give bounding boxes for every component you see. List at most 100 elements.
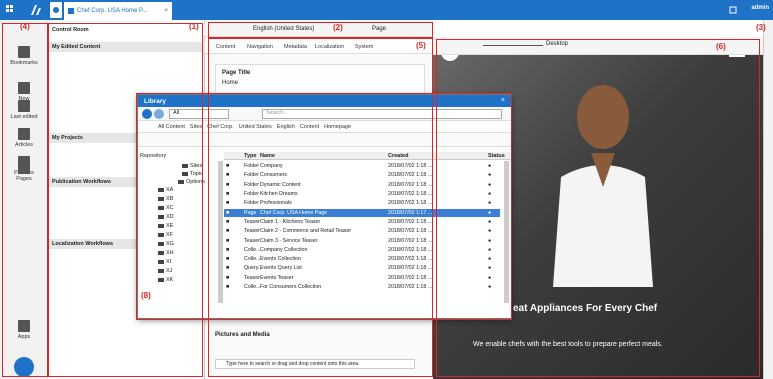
articles-button[interactable]: Articles	[0, 128, 48, 148]
grid-row[interactable]: ■ Teaser Claim 1 - Kitchens Teaser 2018/07/…	[224, 218, 500, 226]
tab-content[interactable]: Content	[216, 44, 235, 50]
grid-row[interactable]: ■ Folder Professionals 2018/07/02 1:18 ... ●	[224, 199, 500, 207]
tab-title: Chef Corp. USA Home P...	[77, 8, 148, 14]
notifications-icon[interactable]	[726, 2, 740, 18]
cell-name: Company	[260, 163, 283, 170]
tree-node[interactable]: XD	[158, 213, 174, 221]
zoom-slider[interactable]	[483, 45, 543, 46]
cell-name: Dynamic Content	[260, 181, 301, 188]
breadcrumb-item[interactable]: Sites	[190, 124, 202, 130]
tab-metadata[interactable]: Metadata	[284, 44, 307, 50]
grid-row[interactable]: ■ Teaser Claim 2 - Commerce and Retail Tea…	[224, 227, 500, 235]
cell-name: Professionals	[260, 200, 292, 207]
cell-type: Teaser	[244, 237, 260, 244]
type-icon: ■	[226, 172, 230, 179]
type-icon: ■	[226, 284, 230, 291]
tree-node[interactable]: XJ	[158, 267, 172, 275]
control-room-title: Control Room	[48, 25, 205, 35]
grid-row[interactable]: ■ Folder Company 2018/07/02 1:18 ... ●	[224, 162, 500, 170]
cell-name: Chef Corp. USA Home Page	[260, 209, 328, 216]
tree-node[interactable]: XA	[158, 186, 173, 194]
device-selector[interactable]: Desktop	[546, 41, 568, 47]
tree-node[interactable]: XH	[158, 249, 174, 257]
folder-tree: Sites Topic Options XA XB XC XD XE XF XG…	[138, 150, 218, 310]
breadcrumb-item[interactable]: United States	[239, 124, 272, 130]
bookmarks-icon	[18, 46, 30, 58]
tab-navigation[interactable]: Navigation	[247, 44, 273, 50]
grid-row[interactable]: ■ Folder Dynamic Content 2018/07/02 1:18 ..…	[224, 181, 500, 189]
cell-name: Events Query List	[260, 265, 302, 272]
type-icon: ■	[226, 200, 230, 207]
bookmarks-button[interactable]: Bookmarks	[0, 46, 48, 66]
breadcrumb: All Content Sites Chef Corp. United Stat…	[138, 121, 511, 133]
back-icon[interactable]	[142, 109, 152, 119]
close-icon[interactable]: ×	[164, 8, 168, 14]
tab-localization[interactable]: Localization	[315, 44, 344, 50]
tree-node[interactable]: XF	[158, 231, 173, 239]
close-icon[interactable]: ×	[501, 97, 505, 104]
studio-logo-icon[interactable]	[28, 2, 42, 18]
search-input[interactable]: Search...	[262, 109, 502, 119]
tree-node[interactable]: XG	[158, 240, 174, 248]
cell-name: Consumers	[260, 172, 288, 179]
breadcrumb-item[interactable]: Chef Corp.	[207, 124, 234, 130]
top-bar: Chef Corp. USA Home P... × admin	[0, 0, 773, 20]
tree-node[interactable]: XB	[158, 195, 173, 203]
section-my-edited-content[interactable]: My Edited Content	[48, 42, 205, 52]
grid-scrollbar[interactable]	[504, 161, 509, 303]
new-button[interactable]: New	[0, 82, 48, 102]
tree-node[interactable]: XC	[158, 204, 174, 212]
last-edited-button[interactable]: Last edited	[0, 100, 48, 120]
cell-created: 2018/07/02 1:18 ...	[388, 191, 433, 198]
tree-node[interactable]: XK	[158, 276, 173, 284]
tree-node[interactable]: XI	[158, 258, 171, 266]
cell-name: Claim 2 - Commerce and Retail Teaser	[260, 228, 352, 235]
type-icon: ■	[226, 256, 230, 263]
breadcrumb-item[interactable]: Homepage	[324, 124, 351, 130]
annotation-label: (6)	[716, 42, 726, 51]
grid-row[interactable]: ■ Colle... For Consumers Collection 2018/07…	[224, 283, 500, 291]
grid-row[interactable]: ■ Folder Kitchen Dreams 2018/07/02 1:18 ...…	[224, 190, 500, 198]
content-grid: ■ Folder Company 2018/07/02 1:18 ... ● ■ Folde…	[224, 150, 510, 310]
grid-row[interactable]: ■ Colle... Events Collection 2018/07/02 1:1…	[224, 255, 500, 263]
grid-row[interactable]: ■ Folder Consumers 2018/07/02 1:18 ... ●	[224, 171, 500, 179]
cell-name: Events Teaser	[260, 274, 294, 281]
preview-toolbar: Desktop	[433, 37, 763, 55]
type-icon: ■	[226, 218, 230, 225]
tree-node[interactable]: Topic	[182, 170, 203, 178]
status-icon: ●	[488, 163, 492, 170]
status-icon: ●	[488, 265, 492, 272]
cell-created: 2018/07/02 1:18 ...	[388, 256, 433, 263]
apps-button[interactable]: Apps	[0, 320, 48, 340]
media-drop-field[interactable]: Type here to search or drag and drop con…	[215, 359, 415, 369]
locale-selector[interactable]: English (United States)	[253, 26, 314, 32]
scope-select[interactable]: All	[169, 109, 229, 119]
user-name[interactable]: admin	[751, 5, 769, 11]
cell-type: Colle...	[244, 256, 261, 263]
tree-node[interactable]: Sites	[182, 162, 202, 170]
document-tab[interactable]: Chef Corp. USA Home P... ×	[64, 2, 172, 20]
tree-node[interactable]: XE	[158, 222, 173, 230]
grid-row[interactable]: ■ Teaser Events Teaser 2018/07/02 1:18 ... ●	[224, 274, 500, 282]
grid-row[interactable]: ■ Colle... Company Collection 2018/07/02 1:…	[224, 246, 500, 254]
cell-type: Colle...	[244, 284, 261, 291]
breadcrumb-item[interactable]: English	[277, 124, 295, 130]
breadcrumb-item[interactable]: Content	[300, 124, 319, 130]
grid-menu-icon[interactable]	[4, 2, 18, 18]
breadcrumb-item[interactable]: All Content	[158, 124, 185, 130]
pages-button[interactable]: Pages	[0, 162, 48, 182]
type-icon: ■	[226, 237, 230, 244]
annotation-label: (2)	[333, 23, 343, 32]
status-icon: ●	[488, 218, 492, 225]
type-icon: ■	[226, 228, 230, 235]
tree-node[interactable]: Options	[178, 178, 205, 186]
library-dialog: Library × All Search... All Content Site…	[137, 94, 512, 319]
grid-row[interactable]: ■ Page Chef Corp. USA Home Page 2018/07/02 …	[224, 208, 500, 217]
grid-row[interactable]: ■ Query... Events Query List 2018/07/02 1:1…	[224, 264, 500, 272]
page-title-field[interactable]: Home	[222, 80, 238, 86]
tree-scrollbar[interactable]	[218, 161, 223, 303]
tab-add-icon[interactable]	[50, 2, 62, 18]
forward-icon[interactable]	[154, 109, 164, 119]
tab-system[interactable]: System	[355, 44, 373, 50]
grid-row[interactable]: ■ Teaser Claim 3 - Service Teaser 2018/07/0…	[224, 236, 500, 244]
